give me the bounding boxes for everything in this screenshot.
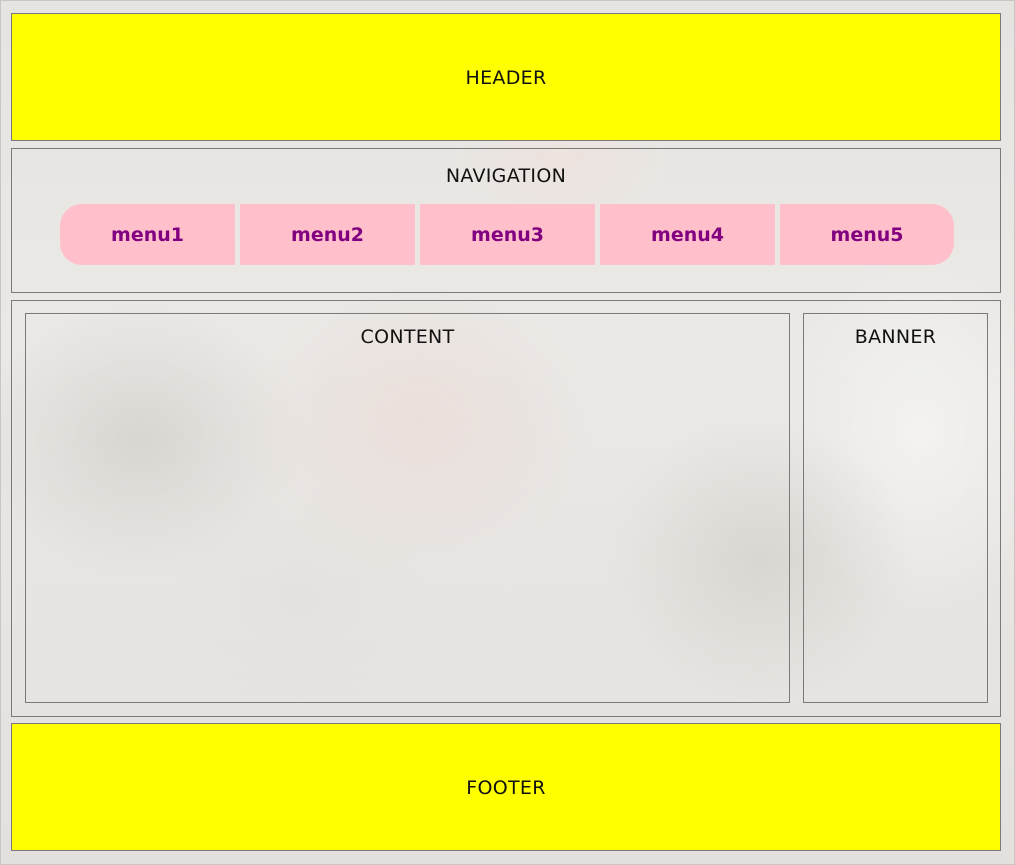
menu-item-2[interactable]: menu2 [240, 204, 415, 265]
menu-item-1[interactable]: menu1 [60, 204, 235, 265]
menu-item-3[interactable]: menu3 [420, 204, 595, 265]
menu-item-5[interactable]: menu5 [780, 204, 954, 265]
content-title: CONTENT [360, 326, 455, 348]
menu-bar: menu1 menu2 menu3 menu4 menu5 [60, 204, 954, 265]
banner-title: BANNER [854, 326, 937, 348]
navigation-section: NAVIGATION menu1 menu2 menu3 menu4 menu5 [11, 148, 1001, 293]
footer-section: FOOTER [11, 723, 1001, 851]
header-title: HEADER [465, 67, 547, 89]
content-section: CONTENT [25, 313, 790, 703]
menu-item-4[interactable]: menu4 [600, 204, 775, 265]
navigation-title: NAVIGATION [445, 165, 567, 187]
header-section: HEADER [11, 13, 1001, 141]
banner-section: BANNER [803, 313, 988, 703]
footer-title: FOOTER [466, 777, 546, 799]
